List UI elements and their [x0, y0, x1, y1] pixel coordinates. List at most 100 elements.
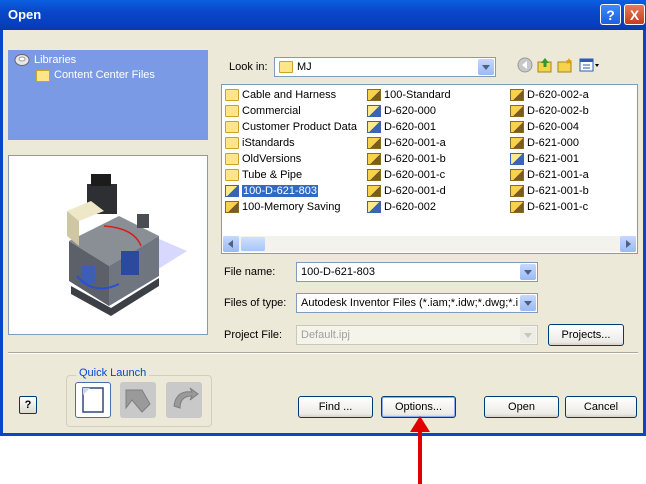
look-in-label: Look in:: [229, 61, 268, 73]
folder-icon: [225, 137, 239, 149]
file-list[interactable]: Cable and Harness Commercial Customer Prod…: [221, 84, 638, 254]
file-preview: [8, 155, 208, 335]
file-list-item[interactable]: D-620-001: [367, 119, 451, 135]
scroll-left-button[interactable]: [223, 236, 239, 252]
file-list-item-label: D-621-001-c: [527, 201, 589, 213]
folder-icon: [36, 70, 50, 82]
file-list-item-label: D-620-002: [384, 201, 436, 213]
assembly-file-icon: [367, 185, 381, 197]
file-list-item[interactable]: Cable and Harness: [225, 87, 357, 103]
look-in-combo[interactable]: MJ: [274, 57, 496, 77]
file-list-item[interactable]: 100-Memory Saving: [225, 199, 357, 215]
folder-icon: [279, 61, 293, 73]
drawing-file-icon: [367, 105, 381, 117]
scroll-right-button[interactable]: [620, 236, 636, 252]
file-list-item[interactable]: D-620-001-d: [367, 183, 451, 199]
assembly-file-icon: [510, 185, 524, 197]
file-list-item-label: Customer Product Data: [242, 121, 357, 133]
file-list-item-label: iStandards: [242, 137, 295, 149]
file-list-item[interactable]: D-620-002-b: [510, 103, 589, 119]
cancel-button[interactable]: Cancel: [565, 396, 637, 418]
file-list-item-label: D-620-002-a: [527, 89, 589, 101]
file-list-item-label: D-621-001: [527, 153, 579, 165]
find-button[interactable]: Find ...: [298, 396, 373, 418]
views-menu-icon[interactable]: [579, 57, 601, 73]
file-list-item-label: D-621-001-b: [527, 185, 589, 197]
title-bar[interactable]: Open ? X: [0, 0, 646, 30]
file-list-item[interactable]: iStandards: [225, 135, 357, 151]
files-of-type-label: Files of type:: [224, 297, 287, 309]
divider: [8, 352, 638, 354]
file-list-item-label: Commercial: [242, 105, 301, 117]
file-list-item[interactable]: Tube & Pipe: [225, 167, 357, 183]
folder-icon: [225, 121, 239, 133]
drawing-file-icon: [225, 185, 239, 197]
file-list-item[interactable]: D-621-001-c: [510, 199, 589, 215]
file-name-combo[interactable]: 100-D-621-803: [296, 262, 538, 282]
file-list-item[interactable]: D-620-001-b: [367, 151, 451, 167]
file-list-item-label: D-620-002-b: [527, 105, 589, 117]
project-file-value: Default.ipj: [301, 329, 350, 341]
file-list-item-label: Cable and Harness: [242, 89, 337, 101]
file-list-item[interactable]: Commercial: [225, 103, 357, 119]
projects-button[interactable]: Projects...: [548, 324, 624, 346]
file-list-item[interactable]: OldVersions: [225, 151, 357, 167]
title-close-button[interactable]: X: [624, 4, 645, 25]
file-list-item[interactable]: D-620-000: [367, 103, 451, 119]
file-list-item[interactable]: Customer Product Data: [225, 119, 357, 135]
file-list-item-label: 100-D-621-803: [242, 185, 318, 197]
file-list-item[interactable]: D-620-002-a: [510, 87, 589, 103]
file-list-item-label: D-620-001: [384, 121, 436, 133]
chevron-down-icon[interactable]: [520, 295, 536, 311]
file-list-item[interactable]: D-620-002: [367, 199, 451, 215]
file-list-item-label: D-621-001-a: [527, 169, 589, 181]
title-help-button[interactable]: ?: [600, 4, 621, 25]
libraries-title[interactable]: Libraries: [34, 54, 76, 66]
file-list-item[interactable]: 100-Standard: [367, 87, 451, 103]
file-list-item-label: 100-Memory Saving: [242, 201, 341, 213]
annotation-arrow: [410, 416, 430, 484]
quick-launch-label: Quick Launch: [76, 367, 150, 379]
file-list-item[interactable]: 100-D-621-803: [225, 183, 357, 199]
arrow-right-icon: [626, 240, 631, 248]
window-frame-left: [0, 30, 3, 436]
file-list-item[interactable]: D-620-004: [510, 119, 589, 135]
back-icon[interactable]: [517, 57, 533, 73]
file-list-item-label: D-620-001-b: [384, 153, 446, 165]
file-column-3: D-620-002-a D-620-002-b D-620-004 D-621-000…: [510, 87, 589, 215]
look-in-value: MJ: [297, 61, 312, 73]
open-button[interactable]: Open: [484, 396, 559, 418]
assembly-file-icon: [510, 121, 524, 133]
project-file-label: Project File:: [224, 329, 283, 341]
drawing-file-icon: [367, 201, 381, 213]
arrow-left-icon: [228, 240, 233, 248]
library-item-content-center[interactable]: Content Center Files: [54, 69, 155, 81]
file-list-item[interactable]: D-620-001-a: [367, 135, 451, 151]
quick-launch-refresh-button[interactable]: [166, 382, 202, 418]
folder-icon: [225, 169, 239, 181]
folder-icon: [225, 89, 239, 101]
drawing-file-icon: [367, 121, 381, 133]
chevron-down-icon: [520, 327, 536, 343]
chevron-down-icon[interactable]: [478, 59, 494, 75]
open-arrow-icon: [125, 389, 151, 413]
horizontal-scrollbar[interactable]: [223, 236, 636, 252]
help-button[interactable]: ?: [19, 396, 37, 414]
new-folder-icon[interactable]: [557, 57, 573, 73]
chevron-down-icon[interactable]: [520, 264, 536, 280]
options-button[interactable]: Options...: [381, 396, 456, 418]
up-folder-icon[interactable]: [537, 57, 553, 73]
quick-launch-open-button[interactable]: [120, 382, 156, 418]
file-list-item[interactable]: D-621-001-a: [510, 167, 589, 183]
assembly-file-icon: [510, 89, 524, 101]
assembly-file-icon: [367, 153, 381, 165]
file-list-item[interactable]: D-621-000: [510, 135, 589, 151]
file-list-item[interactable]: D-621-001: [510, 151, 589, 167]
quick-launch-new-button[interactable]: [75, 382, 111, 418]
folder-icon: [225, 153, 239, 165]
file-list-item[interactable]: D-621-001-b: [510, 183, 589, 199]
scroll-thumb[interactable]: [241, 237, 265, 251]
assembly-file-icon: [367, 137, 381, 149]
file-list-item[interactable]: D-620-001-c: [367, 167, 451, 183]
files-of-type-combo[interactable]: Autodesk Inventor Files (*.iam;*.idw;*.d…: [296, 293, 538, 313]
